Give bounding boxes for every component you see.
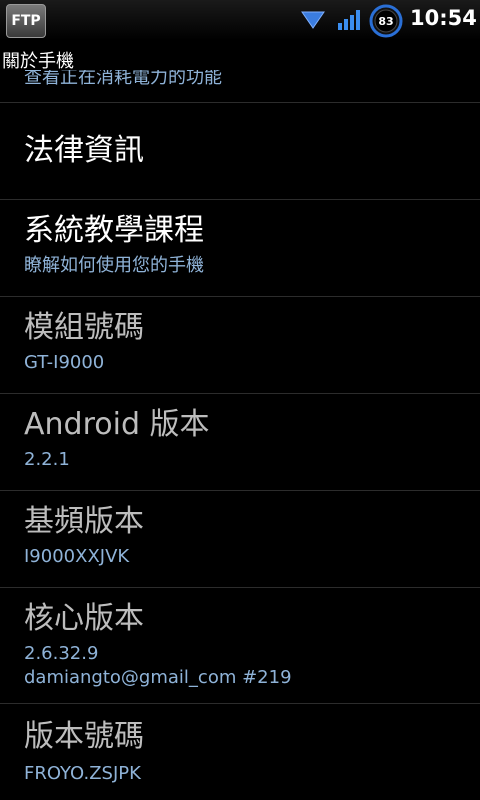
item-subtitle: 2.6.32.9 xyxy=(24,643,99,664)
clock: 10:54 xyxy=(410,6,477,30)
item-subtitle: 瞭解如何使用您的手機 xyxy=(24,255,204,276)
page-title: 關於手機 xyxy=(2,51,74,72)
item-title: Android 版本 xyxy=(24,407,210,442)
battery-level: 83 xyxy=(378,14,394,28)
ftp-notification-icon[interactable]: FTP xyxy=(6,4,46,38)
list-item-system-tutorial[interactable]: 系統教學課程 瞭解如何使用您的手機 xyxy=(0,200,480,296)
item-subtitle: 2.2.1 xyxy=(24,449,70,470)
item-subtitle: I9000XXJVK xyxy=(24,546,130,567)
list-item-model-number: 模組號碼 GT-I9000 xyxy=(0,297,480,393)
list-item-kernel-version: 核心版本 2.6.32.9 damiangto@gmail_com #219 xyxy=(0,588,480,703)
signal-strength-icon xyxy=(338,10,360,30)
list-item-build-number: 版本號碼 FROYO.ZSJPK xyxy=(0,704,480,800)
item-title: 基頻版本 xyxy=(24,504,144,539)
item-title: 系統教學課程 xyxy=(24,213,204,248)
item-subtitle: FROYO.ZSJPK xyxy=(24,763,141,784)
item-title: 法律資訊 xyxy=(24,133,144,168)
status-bar: FTP 83 10:54 xyxy=(0,0,480,40)
download-icon xyxy=(301,11,325,29)
list-item-baseband-version: 基頻版本 I9000XXJVK xyxy=(0,491,480,587)
item-subtitle: GT-I9000 xyxy=(24,352,105,373)
list-item-android-version: Android 版本 2.2.1 xyxy=(0,394,480,490)
item-title: 模組號碼 xyxy=(24,310,144,345)
list-item-legal-info[interactable]: 法律資訊 xyxy=(0,103,480,199)
settings-list: 法律資訊 系統教學課程 瞭解如何使用您的手機 模組號碼 GT-I9000 And… xyxy=(0,102,480,800)
item-title: 版本號碼 xyxy=(24,719,144,754)
item-title: 核心版本 xyxy=(24,601,144,636)
item-subtitle-line2: damiangto@gmail_com #219 xyxy=(24,667,292,688)
